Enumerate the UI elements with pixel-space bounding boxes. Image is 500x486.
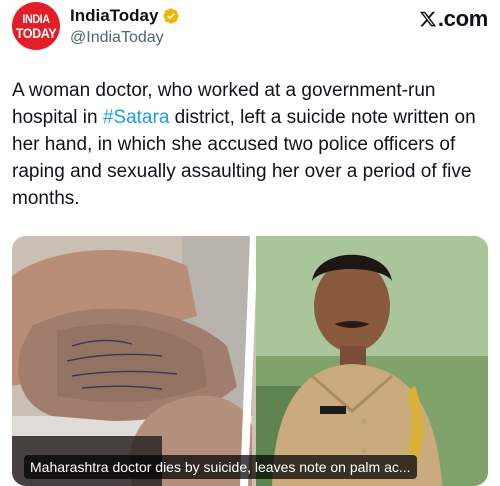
account-handle[interactable]: @IndiaToday [70,28,180,48]
verified-badge-icon [162,7,180,25]
display-name[interactable]: IndiaToday [70,6,158,26]
avatar-logo-line2: TODAY [15,25,57,41]
account-avatar[interactable]: INDIA TODAY [12,2,60,50]
display-name-row[interactable]: IndiaToday [70,6,180,26]
x-logo: .com [419,6,488,32]
media-image [12,236,488,486]
x-icon [419,11,436,27]
account-names: IndiaToday @IndiaToday [70,6,180,48]
hand-photo [12,236,252,486]
officer-photo [256,236,488,486]
tweet-header: INDIA TODAY IndiaToday @IndiaToday .com [12,2,488,50]
hashtag-link[interactable]: #Satara [103,107,170,128]
tweet-media[interactable]: Maharashtra doctor dies by suicide, leav… [12,236,488,486]
tweet-text: A woman doctor, who worked at a governme… [12,77,492,212]
avatar-logo-line1: INDIA [22,12,50,26]
x-logo-text: .com [437,6,488,31]
media-caption: Maharashtra doctor dies by suicide, leav… [24,455,417,479]
